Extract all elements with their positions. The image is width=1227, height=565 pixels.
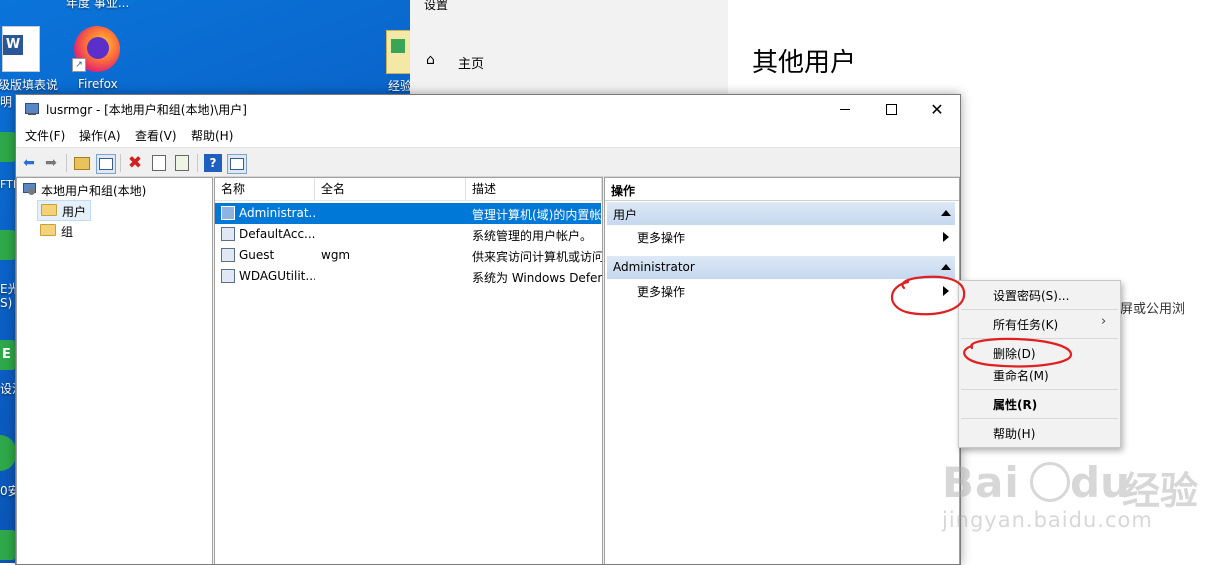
- watermark-logo-text: Bai: [942, 458, 1020, 507]
- watermark-url: jingyan.baidu.com: [942, 508, 1153, 532]
- watermark-brand: 经验: [1122, 469, 1199, 513]
- baidu-watermark: Bai du 经验 jingyan.baidu.com: [942, 458, 1227, 540]
- annotation-circle-arrow: [890, 275, 966, 316]
- paw-icon: [1030, 462, 1070, 502]
- annotation-circle-delete: [963, 337, 1073, 368]
- watermark-logo-text: du: [1070, 458, 1130, 507]
